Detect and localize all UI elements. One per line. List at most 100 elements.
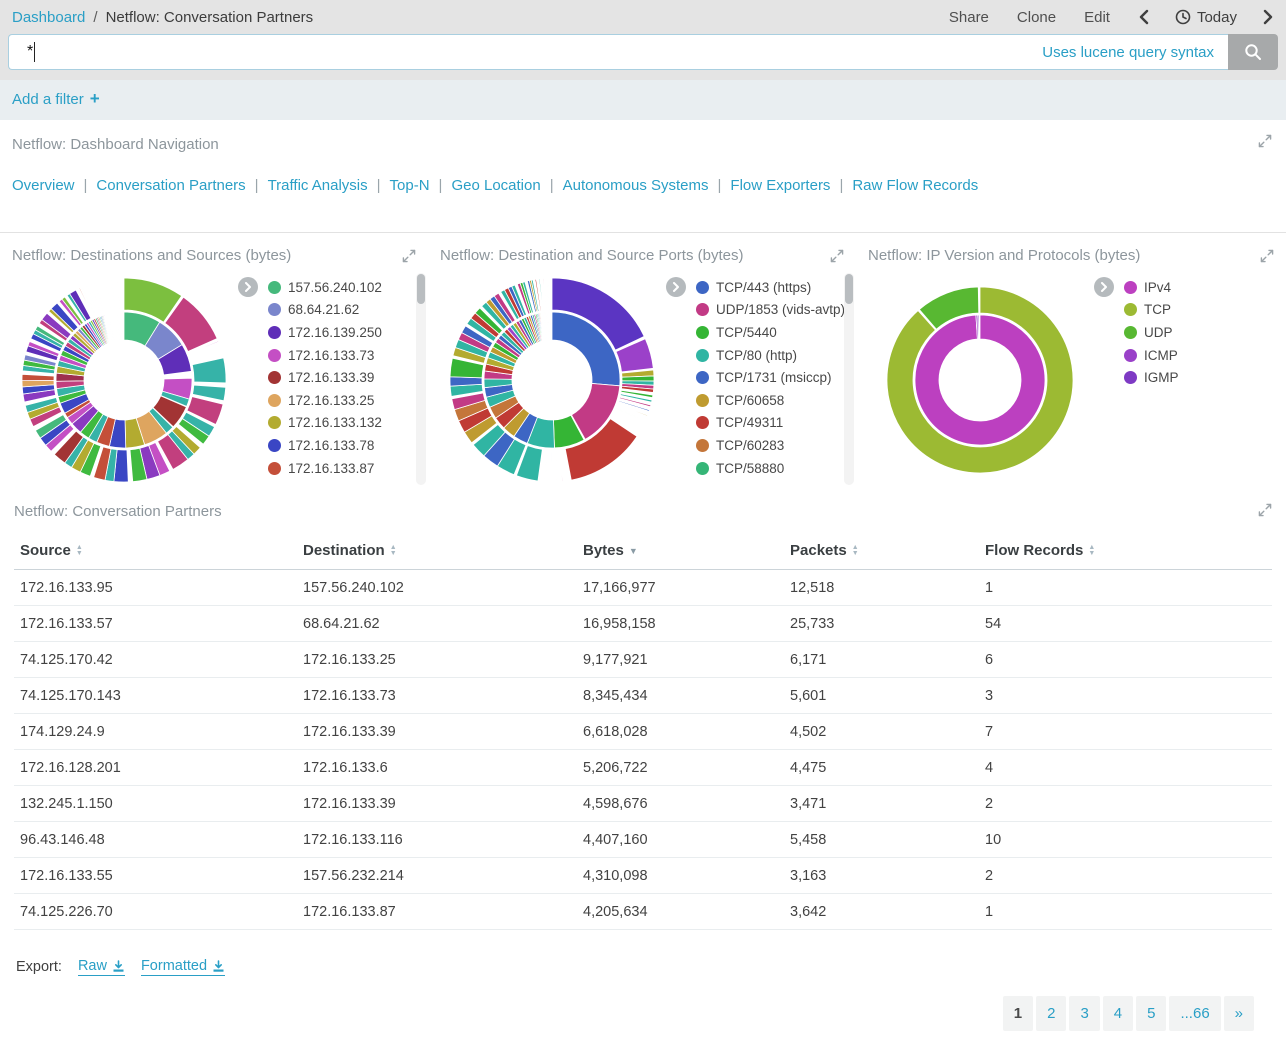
- export-formatted-link[interactable]: Formatted: [141, 958, 225, 976]
- legend-swatch: [696, 416, 709, 429]
- chart-slice[interactable]: [555, 450, 557, 482]
- chart-slice[interactable]: [545, 450, 548, 482]
- column-header-destination[interactable]: Destination▲▼: [297, 534, 577, 570]
- time-forward-button[interactable]: [1263, 9, 1274, 25]
- next-page-button[interactable]: »: [1224, 996, 1254, 1031]
- legend-label: UDP: [1144, 325, 1173, 340]
- page-button-2[interactable]: 2: [1036, 996, 1066, 1031]
- nav-link-flow-exporters[interactable]: Flow Exporters: [730, 177, 830, 194]
- legend-item[interactable]: ICMP: [1124, 344, 1276, 367]
- expand-panel-button[interactable]: [1258, 134, 1272, 153]
- table-cell: 74.125.226.70: [14, 894, 297, 930]
- legend-item[interactable]: TCP/1731 (msiccp): [696, 366, 846, 389]
- chart-slice[interactable]: [121, 312, 122, 340]
- page-button-1[interactable]: 1: [1003, 996, 1033, 1031]
- export-raw-link[interactable]: Raw: [78, 958, 125, 976]
- legend-item[interactable]: 172.16.133.39: [268, 366, 418, 389]
- table-cell: 2: [979, 786, 1272, 822]
- legend-item[interactable]: 68.64.21.62: [268, 299, 418, 322]
- add-filter-button[interactable]: Add a filter +: [12, 89, 100, 109]
- nav-separator: |: [84, 177, 88, 194]
- column-header-bytes[interactable]: Bytes▼: [577, 534, 784, 570]
- legend-item[interactable]: TCP/443 (https): [696, 276, 846, 299]
- chart-slice[interactable]: [915, 315, 1045, 445]
- nav-link-overview[interactable]: Overview: [12, 177, 75, 194]
- nav-link-autonomous-systems[interactable]: Autonomous Systems: [563, 177, 709, 194]
- share-button[interactable]: Share: [949, 9, 989, 26]
- search-button[interactable]: [1228, 34, 1278, 70]
- chart-slice[interactable]: [192, 358, 226, 383]
- legend-item[interactable]: TCP/60283: [696, 434, 846, 457]
- legend-item[interactable]: TCP: [1124, 299, 1276, 322]
- time-range-button[interactable]: Today: [1175, 9, 1237, 26]
- breadcrumb-dashboard-link[interactable]: Dashboard: [12, 9, 85, 26]
- table-row: 174.129.24.9172.16.133.396,618,0284,5027: [14, 714, 1272, 750]
- expand-panel-button[interactable]: [402, 249, 416, 268]
- legend-item[interactable]: TCP/80 (http): [696, 344, 846, 367]
- text-caret: [34, 42, 35, 62]
- nav-link-conversation-partners[interactable]: Conversation Partners: [96, 177, 245, 194]
- page-button-4[interactable]: 4: [1103, 996, 1133, 1031]
- legend-swatch: [268, 439, 281, 452]
- chart-slice[interactable]: [22, 374, 54, 380]
- legend-scrollbar[interactable]: [416, 273, 426, 485]
- sunburst-chart[interactable]: [440, 268, 664, 492]
- legend-item[interactable]: 172.16.139.250: [268, 321, 418, 344]
- scrollbar-thumb[interactable]: [417, 274, 425, 304]
- legend-item[interactable]: 172.16.133.78: [268, 434, 418, 457]
- legend-collapse-button[interactable]: [1094, 277, 1114, 297]
- page-button-3[interactable]: 3: [1069, 996, 1099, 1031]
- page-button-5[interactable]: 5: [1136, 996, 1166, 1031]
- column-header-packets[interactable]: Packets▲▼: [784, 534, 979, 570]
- lucene-syntax-link[interactable]: Uses lucene query syntax: [1042, 44, 1214, 61]
- legend-item[interactable]: 172.16.133.25: [268, 389, 418, 412]
- nav-link-raw-flow-records[interactable]: Raw Flow Records: [852, 177, 978, 194]
- legend-item[interactable]: 172.16.133.87: [268, 457, 418, 480]
- chart-slice[interactable]: [547, 278, 549, 310]
- legend-item[interactable]: UDP: [1124, 321, 1276, 344]
- legend-item[interactable]: 157.56.240.102: [268, 276, 418, 299]
- legend-item[interactable]: 172.16.133.73: [268, 344, 418, 367]
- legend-item[interactable]: IPv4: [1124, 276, 1276, 299]
- filter-bar: Add a filter +: [0, 80, 1286, 120]
- expand-panel-button[interactable]: [1258, 503, 1272, 522]
- query-input[interactable]: * Uses lucene query syntax: [8, 34, 1228, 70]
- legend-item[interactable]: TCP/49311: [696, 412, 846, 435]
- legend-swatch: [1124, 349, 1137, 362]
- legend-scrollbar[interactable]: [844, 273, 854, 485]
- expand-panel-button[interactable]: [1260, 249, 1274, 268]
- clone-button[interactable]: Clone: [1017, 9, 1056, 26]
- time-back-button[interactable]: [1138, 9, 1149, 25]
- chart-slice[interactable]: [559, 450, 563, 482]
- expand-panel-button[interactable]: [830, 249, 844, 268]
- sort-icon: ▲▼: [390, 545, 397, 557]
- nav-link-traffic-analysis[interactable]: Traffic Analysis: [268, 177, 368, 194]
- donut-chart[interactable]: [868, 268, 1092, 492]
- chart-slice[interactable]: [117, 278, 120, 310]
- chart-slice[interactable]: [450, 377, 482, 386]
- nav-link-geo-location[interactable]: Geo Location: [451, 177, 540, 194]
- legend-item[interactable]: TCP/60658: [696, 389, 846, 412]
- legend-label: TCP/443 (https): [716, 280, 811, 295]
- column-header-flow-records[interactable]: Flow Records▲▼: [979, 534, 1272, 570]
- chevron-right-icon: [671, 282, 681, 292]
- page-button-66[interactable]: ...66: [1169, 996, 1220, 1031]
- chart-slice[interactable]: [551, 450, 552, 482]
- legend-item[interactable]: TCP/58880: [696, 457, 846, 480]
- legend-item[interactable]: TCP/5440: [696, 321, 846, 344]
- column-header-source[interactable]: Source▲▼: [14, 534, 297, 570]
- legend-item[interactable]: UDP/1853 (vids-avtp): [696, 299, 846, 322]
- legend-collapse-button[interactable]: [666, 277, 686, 297]
- edit-button[interactable]: Edit: [1084, 9, 1110, 26]
- sunburst-chart[interactable]: [12, 268, 236, 492]
- nav-link-top-n[interactable]: Top-N: [390, 177, 430, 194]
- scrollbar-thumb[interactable]: [845, 274, 853, 304]
- export-raw-label: Raw: [78, 958, 107, 974]
- legend-item[interactable]: 172.16.133.132: [268, 412, 418, 435]
- legend-item[interactable]: IGMP: [1124, 366, 1276, 389]
- legend-collapse-button[interactable]: [238, 277, 258, 297]
- table-cell: 16,958,158: [577, 606, 784, 642]
- chart-slice[interactable]: [111, 279, 116, 311]
- chart-slice[interactable]: [191, 350, 222, 360]
- chart-slice[interactable]: [622, 376, 654, 381]
